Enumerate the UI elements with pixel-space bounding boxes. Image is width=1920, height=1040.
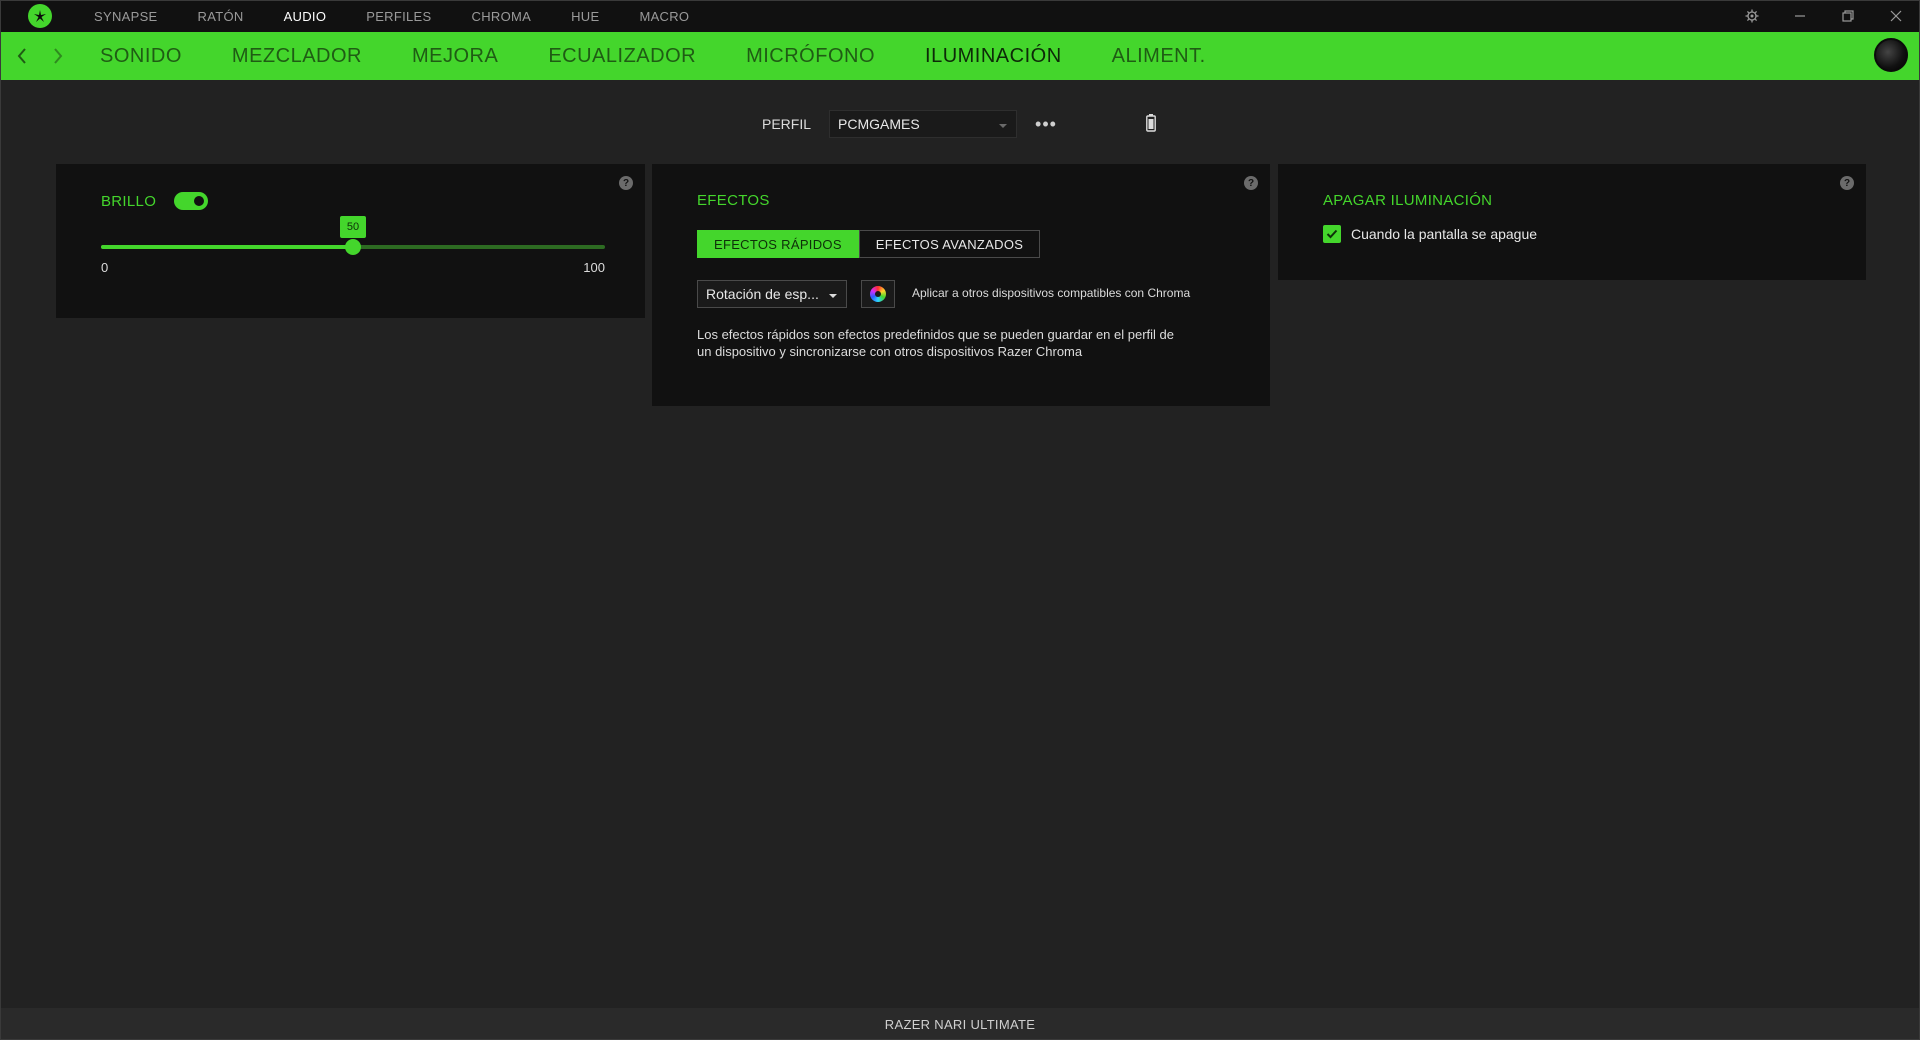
brightness-toggle[interactable] (174, 192, 209, 210)
title-bar: SYNAPSE RATÓN AUDIO PERFILES CHROMA HUE … (0, 0, 1920, 32)
brightness-panel: ? BRILLO 50 0 100 (56, 164, 645, 318)
top-nav-synapse[interactable]: SYNAPSE (94, 9, 158, 24)
device-status-bar: RAZER NARI ULTIMATE (0, 1008, 1920, 1040)
tab-sonido[interactable]: SONIDO (100, 45, 182, 68)
effects-segmented-control: EFECTOS RÁPIDOS EFECTOS AVANZADOS (697, 230, 1041, 258)
screen-off-checkbox[interactable] (1323, 225, 1341, 243)
slider-value-badge: 50 (340, 216, 366, 238)
top-nav-audio[interactable]: AUDIO (284, 9, 327, 24)
settings-gear-icon[interactable] (1728, 0, 1776, 32)
brightness-header: BRILLO (101, 192, 209, 210)
top-nav-hue[interactable]: HUE (571, 9, 599, 24)
top-nav-perfiles[interactable]: PERFILES (366, 9, 431, 24)
restore-icon[interactable] (1824, 0, 1872, 32)
slider-thumb[interactable] (345, 239, 361, 255)
top-nav-chroma[interactable]: CHROMA (472, 9, 532, 24)
tab-mezclador[interactable]: MEZCLADOR (232, 45, 362, 68)
sub-nav: SONIDO MEZCLADOR MEJORA ECUALIZADOR MICR… (0, 32, 1920, 80)
chevron-down-icon (998, 116, 1008, 132)
slider-min-label: 0 (101, 260, 109, 275)
effects-description: Los efectos rápidos son efectos predefin… (697, 327, 1174, 359)
brightness-title: BRILLO (101, 192, 157, 210)
forward-arrow-icon[interactable] (40, 32, 76, 80)
tab-advanced-effects[interactable]: EFECTOS AVANZADOS (858, 230, 1041, 258)
lights-off-panel: ? APAGAR ILUMINACIÓN Cuando la pantalla … (1278, 164, 1866, 280)
top-nav: SYNAPSE RATÓN AUDIO PERFILES CHROMA HUE … (94, 0, 729, 32)
profile-label: PERFIL (762, 116, 812, 132)
window-frame (0, 0, 1920, 1040)
chroma-apply-button[interactable] (861, 280, 895, 308)
tab-quick-effects[interactable]: EFECTOS RÁPIDOS (697, 230, 859, 258)
profile-row: PERFIL PCMGAMES ••• (762, 110, 1156, 138)
battery-icon (1146, 114, 1156, 137)
tab-aliment[interactable]: ALIMENT. (1112, 45, 1206, 68)
device-name: RAZER NARI ULTIMATE (884, 1016, 1036, 1032)
profile-dropdown[interactable]: PCMGAMES (829, 110, 1018, 138)
chroma-wheel-icon (870, 286, 886, 302)
tab-iluminacion[interactable]: ILUMINACIÓN (925, 45, 1062, 68)
window-controls (1728, 0, 1920, 32)
screen-off-option[interactable]: Cuando la pantalla se apague (1323, 225, 1537, 243)
apply-to-devices-label: Aplicar a otros dispositivos compatibles… (912, 286, 1191, 300)
brightness-slider[interactable]: 50 0 100 (101, 216, 605, 284)
profile-more-options-button[interactable]: ••• (1035, 114, 1057, 135)
effect-dropdown[interactable]: Rotación de esp... (697, 280, 847, 308)
effects-title: EFECTOS (697, 192, 770, 209)
avatar[interactable] (1874, 38, 1908, 72)
close-icon[interactable] (1872, 0, 1920, 32)
tab-microfono[interactable]: MICRÓFONO (746, 45, 875, 68)
razer-logo-icon[interactable] (28, 4, 52, 28)
back-arrow-icon[interactable] (4, 32, 40, 80)
profile-selected-value: PCMGAMES (838, 116, 920, 132)
chevron-down-icon (828, 286, 838, 302)
top-nav-raton[interactable]: RATÓN (198, 9, 244, 24)
effect-selected-value: Rotación de esp... (706, 286, 819, 302)
minimize-icon[interactable] (1776, 0, 1824, 32)
slider-fill (101, 245, 353, 249)
help-icon[interactable]: ? (1244, 176, 1258, 190)
tab-mejora[interactable]: MEJORA (412, 45, 498, 68)
help-icon[interactable]: ? (1840, 176, 1854, 190)
slider-max-label: 100 (583, 260, 605, 275)
lights-off-title: APAGAR ILUMINACIÓN (1323, 192, 1493, 209)
sub-nav-tabs: SONIDO MEZCLADOR MEJORA ECUALIZADOR MICR… (100, 45, 1256, 68)
top-nav-macro[interactable]: MACRO (639, 9, 689, 24)
effects-panel: ? EFECTOS EFECTOS RÁPIDOS EFECTOS AVANZA… (652, 164, 1270, 406)
help-icon[interactable]: ? (619, 176, 633, 190)
tab-ecualizador[interactable]: ECUALIZADOR (548, 45, 696, 68)
screen-off-label: Cuando la pantalla se apague (1351, 226, 1538, 242)
